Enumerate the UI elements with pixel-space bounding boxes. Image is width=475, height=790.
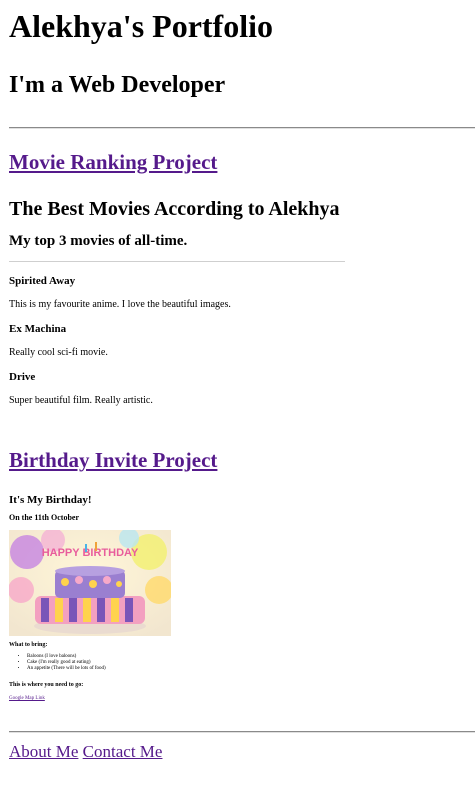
movie-description: Really cool sci-fi movie. [9,347,108,358]
movie-title: Drive [9,371,36,383]
birthday-heading: It's My Birthday! [9,494,92,506]
where-label: This is where you need to go: [9,682,84,688]
movie-title: Spirited Away [9,275,76,287]
birthday-date: On the 11th October [9,513,79,522]
movie-description: Super beautiful film. Really artistic. [9,395,153,406]
page-subtitle: I'm a Web Developer [9,72,226,98]
movie-heading: The Best Movies According to Alekhya [9,198,340,220]
footer-nav: About Me Contact Me [9,742,162,762]
movie-title: Ex Machina [9,323,67,335]
page-title: Alekhya's Portfolio [9,8,273,44]
about-me-link[interactable]: About Me [9,742,78,761]
bring-label: What to bring: [9,642,48,648]
map-link-wrapper: Google Map Link [9,696,45,701]
contact-me-link[interactable]: Contact Me [83,742,163,761]
cake-topper-text: HAPPY BIRTHDAY [42,547,139,559]
birthday-cake-image: HAPPY BIRTHDAY [9,530,171,636]
bring-list: Baloons (I love baloons) Cake (I'm reall… [9,654,106,672]
movie-project-link[interactable]: Movie Ranking Project [9,150,217,175]
google-map-link[interactable]: Google Map Link [9,696,45,701]
list-item: An appetite (There will be lots of food) [27,666,106,672]
movie-subheading: My top 3 movies of all-time. [9,233,188,249]
movie-divider [9,261,345,262]
movie-description: This is my favourite anime. I love the b… [9,299,231,310]
birthday-project-link[interactable]: Birthday Invite Project [9,448,217,473]
divider-bottom [9,731,475,733]
divider-top [9,127,475,129]
